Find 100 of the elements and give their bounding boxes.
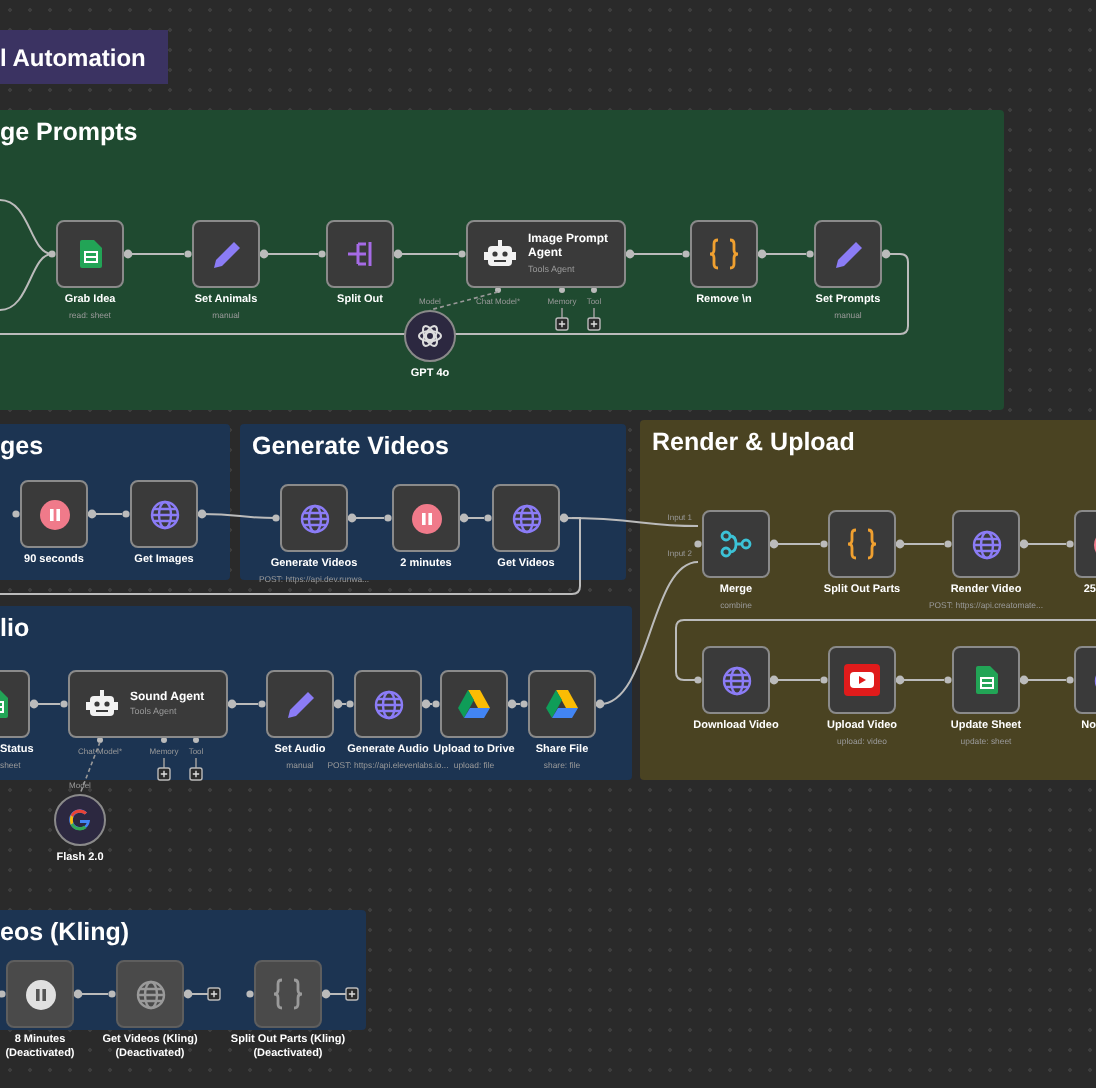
- port-dot[interactable]: [432, 700, 440, 708]
- spreadsheet-icon: [975, 666, 997, 694]
- port-dot[interactable]: [12, 510, 20, 518]
- port-dot[interactable]: [769, 675, 779, 685]
- port-dot[interactable]: [520, 700, 528, 708]
- pause-icon: [25, 979, 55, 1009]
- workflow-node[interactable]: [828, 646, 896, 714]
- port-dot[interactable]: [820, 676, 828, 684]
- port-dot[interactable]: [184, 250, 192, 258]
- port-dot[interactable]: [259, 249, 269, 259]
- port-dot[interactable]: [333, 699, 343, 709]
- port-dot[interactable]: [682, 250, 690, 258]
- port-dot[interactable]: [484, 514, 492, 522]
- port-dot[interactable]: [1066, 540, 1074, 548]
- port-dot[interactable]: [122, 510, 130, 518]
- workflow-node[interactable]: [326, 220, 394, 288]
- port-dot[interactable]: [347, 513, 357, 523]
- globe-icon: [135, 979, 165, 1009]
- workflow-title: l Automation: [0, 30, 168, 84]
- workflow-node[interactable]: [192, 220, 260, 288]
- port-dot[interactable]: [944, 540, 952, 548]
- add-icon[interactable]: [587, 317, 601, 331]
- port-dot[interactable]: [123, 249, 133, 259]
- port-dot[interactable]: [507, 699, 517, 709]
- port-dot[interactable]: [591, 287, 597, 293]
- workflow-node[interactable]: [130, 480, 198, 548]
- connector-line: [903, 543, 945, 545]
- port-dot[interactable]: [694, 540, 702, 548]
- port-dot[interactable]: [895, 539, 905, 549]
- port-dot[interactable]: [694, 676, 702, 684]
- workflow-node[interactable]: [952, 510, 1020, 578]
- port-dot[interactable]: [227, 699, 237, 709]
- connector-line: [515, 703, 521, 705]
- port-dot[interactable]: [346, 700, 354, 708]
- knot-icon: [418, 324, 442, 348]
- pencil-icon: [211, 239, 241, 269]
- workflow-node[interactable]: [266, 670, 334, 738]
- port-dot[interactable]: [1019, 539, 1029, 549]
- workflow-node[interactable]: [690, 220, 758, 288]
- port-dot[interactable]: [421, 699, 431, 709]
- port-dot[interactable]: [97, 737, 103, 743]
- port-dot[interactable]: [384, 514, 392, 522]
- port-dot[interactable]: [1019, 675, 1029, 685]
- workflow-node[interactable]: [392, 484, 460, 552]
- port-dot[interactable]: [161, 737, 167, 743]
- pause-icon: [39, 499, 69, 529]
- drive-icon: [458, 690, 490, 718]
- port-dot[interactable]: [29, 699, 39, 709]
- port-dot[interactable]: [73, 989, 83, 999]
- port-dot[interactable]: [806, 250, 814, 258]
- port-dot[interactable]: [393, 249, 403, 259]
- port-dot[interactable]: [458, 250, 466, 258]
- port-dot[interactable]: [318, 250, 326, 258]
- workflow-node[interactable]: [20, 480, 88, 548]
- port-dot[interactable]: [258, 700, 266, 708]
- port-dot[interactable]: [60, 700, 68, 708]
- workflow-node[interactable]: [952, 646, 1020, 714]
- port-dot[interactable]: [769, 539, 779, 549]
- add-icon[interactable]: [189, 767, 203, 781]
- workflow-node[interactable]: [702, 646, 770, 714]
- workflow-node[interactable]: [492, 484, 560, 552]
- port-dot[interactable]: [87, 509, 97, 519]
- drive-icon: [546, 690, 578, 718]
- port-dot[interactable]: [193, 737, 199, 743]
- group-title: Generate Videos: [252, 432, 449, 460]
- port-dot[interactable]: [246, 990, 254, 998]
- workflow-node[interactable]: [828, 510, 896, 578]
- connector-line: [187, 993, 209, 995]
- add-icon[interactable]: [157, 767, 171, 781]
- port-dot[interactable]: [757, 249, 767, 259]
- workflow-node[interactable]: [814, 220, 882, 288]
- port-dot[interactable]: [820, 540, 828, 548]
- pencil-icon: [833, 239, 863, 269]
- split-icon: [345, 240, 375, 268]
- connector-line: [163, 757, 165, 769]
- port-dot[interactable]: [944, 676, 952, 684]
- connector-line: [777, 543, 821, 545]
- model-node[interactable]: [54, 794, 106, 846]
- add-icon[interactable]: [345, 987, 359, 1001]
- port-dot[interactable]: [1066, 676, 1074, 684]
- robot-icon: [86, 690, 118, 718]
- port-dot[interactable]: [559, 287, 565, 293]
- curly-braces-icon: [708, 238, 740, 270]
- port-dot[interactable]: [625, 249, 635, 259]
- workflow-node[interactable]: [56, 220, 124, 288]
- port-dot[interactable]: [272, 514, 280, 522]
- workflow-node[interactable]: [528, 670, 596, 738]
- port-dot[interactable]: [48, 250, 56, 258]
- add-icon[interactable]: [555, 317, 569, 331]
- workflow-node[interactable]: [354, 670, 422, 738]
- workflow-node[interactable]: [702, 510, 770, 578]
- globe-icon: [373, 689, 403, 719]
- add-icon[interactable]: [207, 987, 221, 1001]
- curly-braces-icon: [846, 528, 878, 560]
- curly-braces-icon: [272, 978, 304, 1010]
- workflow-node[interactable]: [440, 670, 508, 738]
- port-dot[interactable]: [895, 675, 905, 685]
- port-dot[interactable]: [108, 990, 116, 998]
- port-dot[interactable]: [459, 513, 469, 523]
- workflow-node[interactable]: [280, 484, 348, 552]
